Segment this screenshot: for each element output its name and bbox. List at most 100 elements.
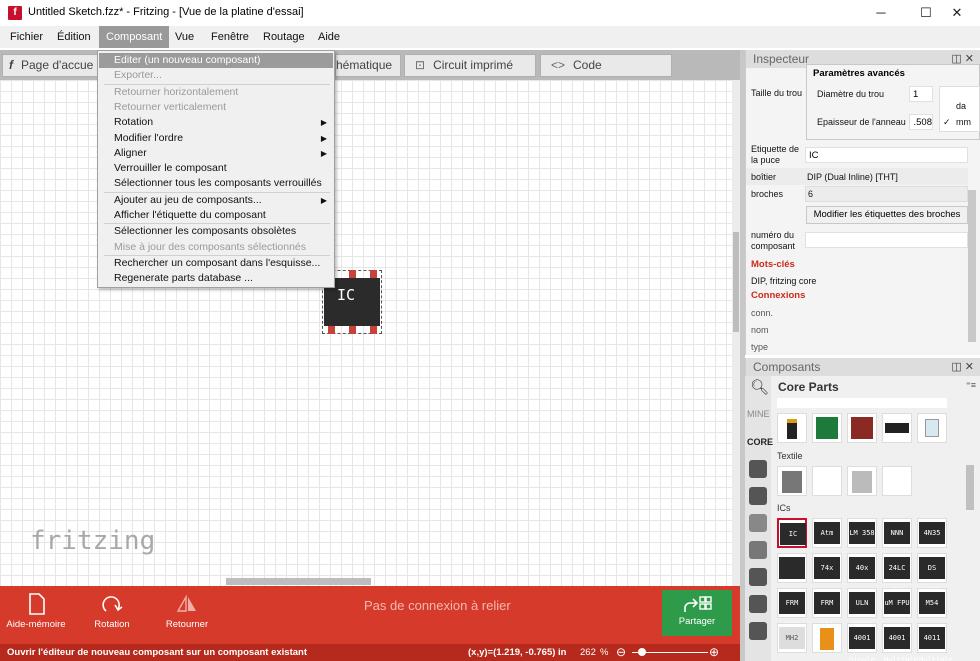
part-chip-black[interactable] [882,413,912,443]
hole-diameter-input[interactable]: 1 [909,86,933,102]
canvas-vertical-scroll-thumb[interactable] [733,232,739,332]
menu-item[interactable]: Regenerate parts database ... [99,271,333,286]
submenu-arrow-icon: ▶ [320,118,327,128]
menu-item[interactable]: Modifier l'ordre ▶ [99,131,333,146]
menu-composant[interactable]: Composant [99,26,170,48]
bin-tab-sparkfun-icon[interactable] [749,595,767,613]
menu-item[interactable]: Rechercher un composant dans l'esquisse.… [99,256,333,271]
bin-tab-arduino-icon[interactable] [749,460,767,478]
rotation-button[interactable]: Rotation [82,586,142,644]
menu-item[interactable]: Afficher l'étiquette du composant [99,208,333,223]
tab-code[interactable]: <> Code [540,54,672,77]
part-textile-pad[interactable] [777,466,807,496]
menu-item[interactable]: Sélectionner tous les composants verroui… [99,176,333,191]
menu-aide[interactable]: Aide [311,26,347,48]
aide-memoire-button[interactable]: Aide-mémoire [4,586,68,644]
minimize-button[interactable]: ─ [858,0,904,26]
part-lm358[interactable]: LM 358 [847,518,877,548]
part-74x[interactable]: 74x [812,553,842,583]
part-textile-wire[interactable] [882,466,912,496]
ic-pin[interactable] [349,270,356,278]
zoom-value: 262 [580,647,596,658]
canvas-vertical-scrollbar[interactable] [732,80,740,586]
canvas-horizontal-scroll-thumb[interactable] [226,578,371,585]
menu-routage[interactable]: Routage [256,26,312,48]
part-number-label: numéro du composant [751,230,796,251]
part-mh2[interactable]: MH2 [777,623,807,653]
part-4n35[interactable]: 4N35 [917,518,947,548]
part-frm010[interactable]: FRM 010 [777,588,807,629]
menu-fichier[interactable]: Fichier [3,26,50,48]
part-number-input[interactable] [805,232,968,248]
bin-tab-mine[interactable]: MINE [747,409,770,419]
menu-vue[interactable]: Vue [168,26,201,48]
part-atmega[interactable]: Atm [812,518,842,548]
part-textile-board[interactable] [847,466,877,496]
hole-diameter-label: Diamètre du trou [817,89,885,99]
part-ic-generic[interactable] [777,553,807,583]
tab-home[interactable]: f Page d'accue [2,54,102,77]
ic-pin[interactable] [370,270,377,278]
menu-item[interactable]: Ajouter au jeu de composants... ▶ [99,193,333,208]
bin-tab-intel-icon[interactable] [749,541,767,559]
ic-pin[interactable] [328,326,335,334]
part-4001-single-label: 4001 Single [849,627,875,661]
ring-thickness-input[interactable]: .508 [909,114,933,130]
part-ic-selected[interactable]: IC [777,518,807,548]
part-4001-single[interactable]: 4001 Single [847,623,877,661]
bin-tab-core[interactable]: CORE [747,437,773,447]
part-board-red[interactable] [847,413,877,443]
parts-row-partial [777,398,947,408]
ic-pin[interactable] [370,326,377,334]
bin-tab-play-icon[interactable] [749,568,767,586]
tab-pcb[interactable]: ⊡ Circuit imprimé [404,54,536,77]
zoom-in-button[interactable]: ⊕ [709,644,719,661]
retourner-button[interactable]: Retourner [156,586,218,644]
menu-fenetre[interactable]: Fenêtre [204,26,256,48]
part-uln2003[interactable]: ULN 2003 [847,588,877,629]
part-orange-component[interactable] [812,623,842,653]
unit-option-mm[interactable]: mm [956,117,971,127]
inspector-title: Inspecteur [753,52,810,66]
part-ds1302[interactable]: DS 1302 [917,553,947,594]
menu-item[interactable]: Editer (un nouveau composant) [99,53,333,69]
inspector-scrollbar[interactable] [968,190,976,342]
bin-tab-seeed-icon[interactable] [749,514,767,532]
hole-size-label: Taille du trou [751,88,803,98]
bin-tab-other-icon[interactable] [749,622,767,640]
menu-edition[interactable]: Édition [50,26,98,48]
bin-menu-icon[interactable]: ⁼≡ [966,380,976,391]
part-textile-thread[interactable] [812,466,842,496]
part-nnn[interactable]: NNN [882,518,912,548]
part-battery[interactable] [777,413,807,443]
part-4001-multiple-label: 4001 Multiple [884,627,918,661]
menu-item[interactable]: Verrouiller le composant [99,161,333,176]
ic-pin[interactable] [349,326,356,334]
part-board-green[interactable] [812,413,842,443]
part-4001-multiple[interactable]: 4001 Multiple [882,623,918,661]
bin-tab-contrib-icon[interactable] [749,487,767,505]
zoom-slider-handle[interactable] [638,648,646,656]
close-button[interactable]: ✕ [934,0,980,26]
part-24lc01[interactable]: 24LC 01 [882,553,912,594]
menu-item[interactable]: Aligner ▶ [99,146,333,161]
part-40x[interactable]: 40x [847,553,877,583]
share-button[interactable]: Partager [662,590,732,636]
zoom-out-button[interactable]: ⊖ [616,644,626,661]
parts-scrollbar[interactable] [966,465,974,510]
part-frm050[interactable]: FRM 050 [812,588,842,629]
part-sensor[interactable] [917,413,947,443]
part-4011-multiple[interactable]: 4011 Multiple [917,623,953,661]
parts-close-icon[interactable]: ◫ ✕ [951,358,974,376]
search-icon[interactable]: 🔍︎ [750,378,769,396]
package-value[interactable]: DIP (Dual Inline) [THT] [807,172,898,182]
menu-item[interactable]: Sélectionner les composants obsolètes [99,224,333,239]
part-um-fpu[interactable]: uM FPU [882,588,912,618]
pins-select[interactable] [805,186,968,202]
tab-schematic[interactable]: hématique [335,54,401,77]
part-m54[interactable]: M54 [917,588,947,618]
menu-item[interactable]: Rotation ▶ [99,115,333,130]
chip-label-input[interactable]: IC [805,147,968,163]
edit-pin-labels-button[interactable]: Modifier les étiquettes des broches [806,206,968,224]
unit-option-da[interactable]: da [956,101,966,111]
